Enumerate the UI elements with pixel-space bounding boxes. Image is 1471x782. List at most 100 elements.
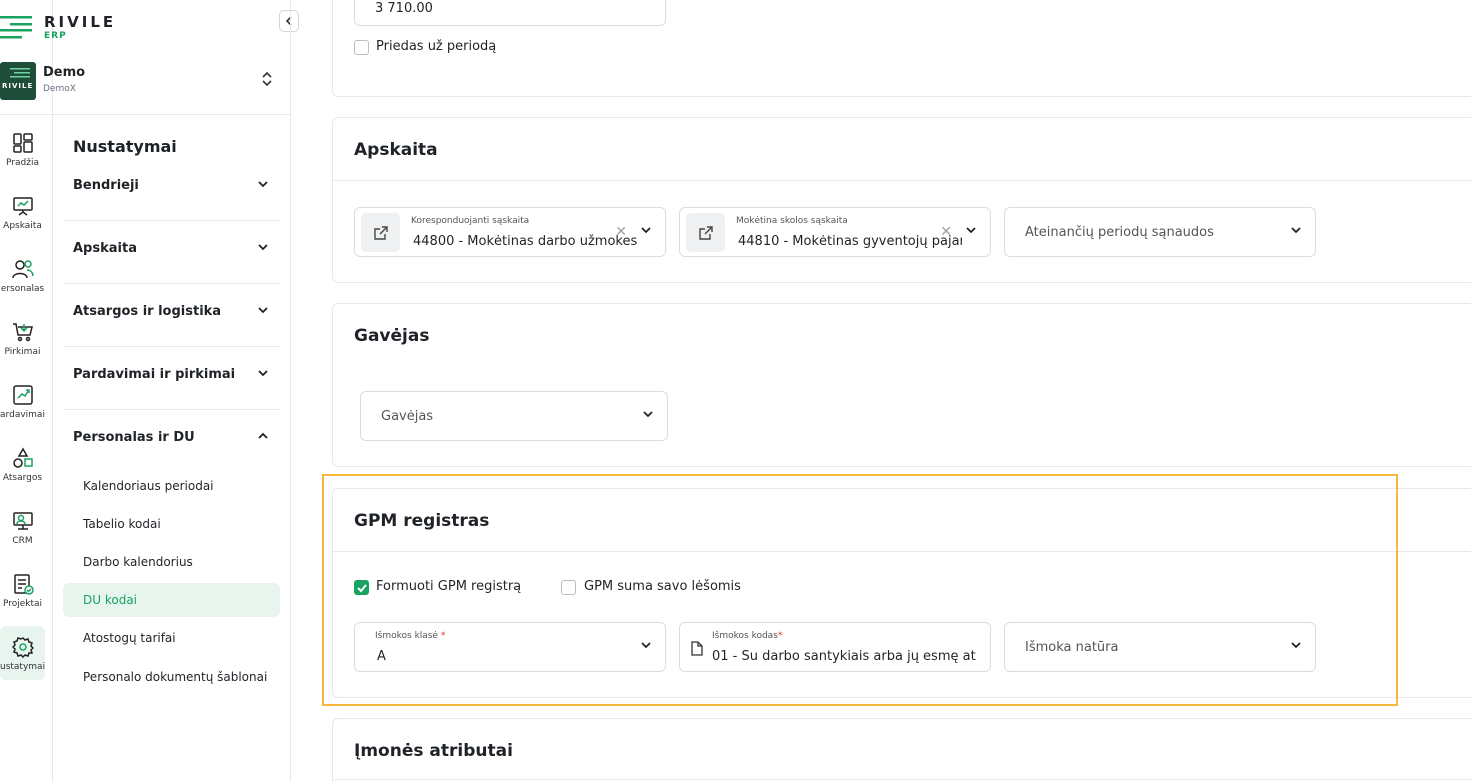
logo-erp: ERP xyxy=(44,31,67,41)
field-value: 44800 - Mokėtinas darbo užmokes xyxy=(413,234,637,249)
rail-item-projektai[interactable]: Projektai xyxy=(0,571,45,625)
chevron-down-icon xyxy=(258,370,268,377)
people-icon xyxy=(11,260,34,279)
external-link-icon xyxy=(698,225,713,240)
priedas-label: Priedas už periodą xyxy=(376,39,497,54)
nav-section-label: Pardavimai ir pirkimai xyxy=(73,367,236,382)
chevron-down-icon xyxy=(966,227,976,234)
sub-item-atostogu-tarifai[interactable]: Atostogų tarifai xyxy=(63,621,280,655)
priedas-checkbox[interactable] xyxy=(354,40,369,55)
nav-section-bendrieji[interactable]: Bendrieji xyxy=(63,158,280,221)
rivile-logo[interactable]: RIVILE ERP xyxy=(0,10,130,44)
external-link-icon xyxy=(373,225,388,240)
rail-item-nustatymai[interactable]: ustatymai xyxy=(0,626,45,680)
rail-item-atsargos[interactable]: Atsargos xyxy=(0,445,45,499)
close-icon[interactable]: ✕ xyxy=(940,224,952,240)
sub-item-label: Atostogų tarifai xyxy=(83,631,176,645)
rail-label: ustatymai xyxy=(0,662,45,672)
rail-label: CRM xyxy=(12,536,33,546)
ateinanciu-periodu-sanaudos-select[interactable]: Ateinančių periodų sąnaudos xyxy=(1004,207,1316,257)
gear-icon xyxy=(11,637,34,658)
field-label: Koresponduojanti sąskaita xyxy=(411,216,530,226)
sub-item-tabelio-kodai[interactable]: Tabelio kodai xyxy=(63,507,280,541)
cart-icon xyxy=(12,323,33,342)
field-placeholder: Ateinančių periodų sąnaudos xyxy=(1025,225,1214,240)
panel-divider xyxy=(290,0,291,782)
rail-item-crm[interactable]: CRM xyxy=(0,508,45,562)
rail-label: Pradžia xyxy=(6,158,39,168)
nav-section-atsargos[interactable]: Atsargos ir logistika xyxy=(63,284,280,347)
rail-item-pardavimai[interactable]: ardavimai xyxy=(0,382,45,436)
rail-label: Projektai xyxy=(2,599,43,609)
sub-item-label: Darbo kalendorius xyxy=(83,555,193,569)
close-icon[interactable]: ✕ xyxy=(615,224,627,240)
rail-item-pirkimai[interactable]: Pirkimai xyxy=(0,319,45,373)
sub-item-label: DU kodai xyxy=(83,593,138,607)
company-subname: DemoX xyxy=(43,84,76,94)
apskaita-card: Apskaita Koresponduojanti sąskaita 44800… xyxy=(332,117,1471,283)
chevron-up-icon xyxy=(258,432,268,439)
crm-icon xyxy=(12,512,33,530)
rail-label: Apskaita xyxy=(3,221,42,231)
shapes-icon xyxy=(12,447,33,468)
open-link-button[interactable] xyxy=(361,213,400,252)
chevron-down-icon xyxy=(258,181,268,188)
chevron-down-icon xyxy=(258,244,268,251)
nav-section-personalas[interactable]: Personalas ir DU xyxy=(63,410,280,473)
gavejas-card: Gavėjas Gavėjas xyxy=(332,303,1471,467)
rail-label: Pirkimai xyxy=(4,347,41,357)
moketina-skolos-saskaita-select[interactable]: Mokėtina skolos sąskaita 44810 - Mokėtin… xyxy=(679,207,991,257)
company-logo-text: RIVILE xyxy=(2,82,34,90)
logo-wordmark: RIVILE xyxy=(44,13,117,31)
collapse-sidebar-button[interactable] xyxy=(279,10,299,32)
chevron-down-icon xyxy=(643,411,653,418)
nav-section-label: Bendrieji xyxy=(73,178,139,193)
company-switcher[interactable]: RIVILE Demo DemoX xyxy=(0,60,290,100)
open-link-button[interactable] xyxy=(686,213,725,252)
chevron-up-down-icon xyxy=(262,71,272,87)
field-label: Mokėtina skolos sąskaita xyxy=(736,216,848,226)
amount-value: 3 710.00 xyxy=(375,1,433,16)
card-divider xyxy=(333,180,1471,181)
top-card: 3 710.00 Priedas už periodą xyxy=(332,0,1471,97)
amount-input[interactable]: 3 710.00 xyxy=(354,0,666,26)
nav-section-apskaita[interactable]: Apskaita xyxy=(63,221,280,284)
sub-item-darbo-kalendorius[interactable]: Darbo kalendorius xyxy=(63,545,280,579)
chevron-down-icon xyxy=(641,227,651,234)
nav-section-label: Apskaita xyxy=(73,241,137,256)
rail-label: Atsargos xyxy=(2,473,43,483)
gavejas-title: Gavėjas xyxy=(354,326,430,346)
sub-item-kalendoriaus-periodai[interactable]: Kalendoriaus periodai xyxy=(63,469,280,503)
dashboard-icon xyxy=(12,133,33,153)
nav-section-label: Atsargos ir logistika xyxy=(73,304,222,319)
gavejas-select[interactable]: Gavėjas xyxy=(360,391,668,441)
sub-item-personalo-sablonai[interactable]: Personalo dokumentų šablonai xyxy=(63,660,280,694)
field-placeholder: Gavėjas xyxy=(381,409,434,424)
presentation-icon xyxy=(12,197,33,216)
sales-chart-icon xyxy=(12,385,33,405)
sub-item-label: Kalendoriaus periodai xyxy=(83,479,214,493)
company-logo-lines-icon xyxy=(10,68,30,78)
highlight-frame xyxy=(322,474,1398,706)
sub-item-label: Tabelio kodai xyxy=(83,517,161,531)
rail-item-personalas[interactable]: ersonalas xyxy=(0,256,45,310)
chevron-left-icon xyxy=(285,16,292,26)
chevron-down-icon xyxy=(1291,227,1301,234)
sub-item-label: Personalo dokumentų šablonai xyxy=(83,670,268,684)
imones-title: Įmonės atributai xyxy=(354,741,513,761)
company-name: Demo xyxy=(43,65,86,80)
card-divider xyxy=(333,779,1471,780)
rail-item-pradzia[interactable]: Pradžia xyxy=(0,130,45,184)
imones-atributai-card: Įmonės atributai xyxy=(332,718,1471,782)
nav-section-pardavimai[interactable]: Pardavimai ir pirkimai xyxy=(63,347,280,410)
rail-label: ardavimai xyxy=(0,410,45,420)
koresponduojanti-saskaita-select[interactable]: Koresponduojanti sąskaita 44800 - Mokėti… xyxy=(354,207,666,257)
sub-item-du-kodai[interactable]: DU kodai xyxy=(63,583,280,617)
apskaita-title: Apskaita xyxy=(354,140,438,160)
nav-section-label: Personalas ir DU xyxy=(73,430,195,445)
rail-item-apskaita[interactable]: Apskaita xyxy=(0,193,45,247)
company-logo: RIVILE xyxy=(0,62,36,100)
rail-label: ersonalas xyxy=(0,284,45,294)
chevron-down-icon xyxy=(258,307,268,314)
field-value: 44810 - Mokėtinas gyventojų pajan xyxy=(738,234,962,249)
